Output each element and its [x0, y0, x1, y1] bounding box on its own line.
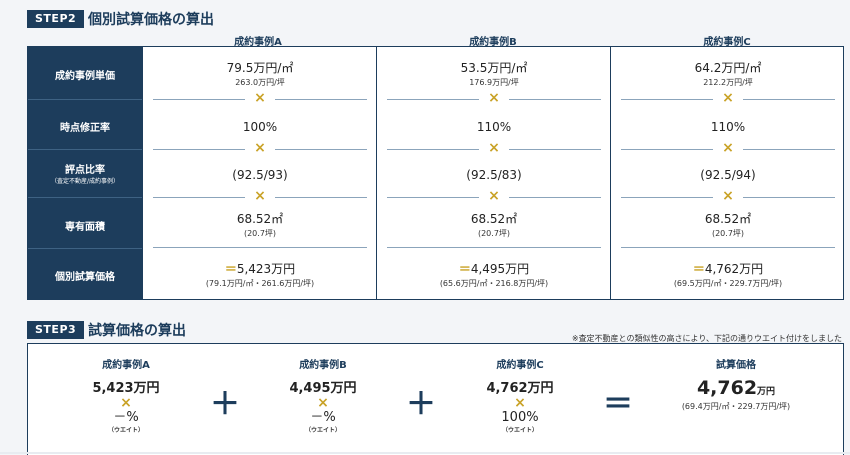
multiply-icon: ×	[514, 395, 526, 411]
area: 68.52㎡	[704, 212, 752, 226]
row-label-ratio: 評点比率	[65, 165, 105, 176]
multiply-icon: ×	[254, 90, 266, 106]
row-divider	[153, 241, 367, 253]
result-label: 試算価格	[716, 360, 756, 371]
individual-price: 4,495万円	[470, 262, 530, 276]
row-labels: 成約事例単価 時点修正率 評点比率 （査定不動産/成約事例） 専有面積 個別試算…	[28, 47, 142, 299]
multiply-divider: ×	[621, 188, 835, 204]
multiply-divider: ×	[387, 90, 601, 106]
weighted-item-a: 成約事例A 5,423万円 × －% （ウエイト）	[56, 356, 196, 434]
result-value: 4,762	[696, 377, 758, 399]
step2-title: 個別試算価格の算出	[88, 12, 214, 28]
row-divider	[387, 241, 601, 253]
area-tsubo: (20.7坪)	[711, 229, 745, 238]
multiply-divider: ×	[387, 188, 601, 204]
individual-price: 5,423万円	[236, 262, 296, 276]
area: 68.52㎡	[236, 212, 284, 226]
result-unit: 万円	[757, 387, 776, 397]
time-rate: 100%	[242, 120, 278, 134]
time-rate: 110%	[476, 120, 512, 134]
row-label-time-rate: 時点修正率	[60, 123, 110, 134]
row-label-divider	[28, 248, 142, 249]
weighted-item-value: 4,762万円	[486, 381, 554, 396]
equals-icon: ＝	[692, 262, 705, 276]
multiply-icon: ×	[120, 395, 132, 411]
unit-price: 53.5万円/㎡	[460, 61, 528, 75]
case-column-c: 64.2万円/㎡ 212.2万円/坪 × 110% × (92.5/94) × 6…	[610, 47, 845, 299]
estimated-price-result: 試算価格 4,762万円 (69.4万円/㎡・229.7万円/坪)	[656, 356, 816, 412]
case-column-b: 53.5万円/㎡ 176.9万円/坪 × 110% × (92.5/83) × 6…	[376, 47, 611, 299]
time-rate: 110%	[710, 120, 746, 134]
weighted-item-name: 成約事例B	[299, 360, 347, 371]
weighted-item-name: 成約事例C	[496, 360, 544, 371]
plus-icon: ＋	[210, 387, 240, 422]
calculation-table: 成約事例単価 時点修正率 評点比率 （査定不動産/成約事例） 専有面積 個別試算…	[27, 46, 844, 300]
multiply-icon: ×	[488, 90, 500, 106]
unit-price: 79.5万円/㎡	[226, 61, 294, 75]
ratio: (92.5/94)	[700, 168, 756, 182]
weight-label: （ウエイト）	[107, 427, 144, 434]
unit-price-tsubo: 212.2万円/坪	[703, 78, 753, 87]
row-label-unit-price: 成約事例単価	[55, 71, 115, 82]
multiply-divider: ×	[621, 90, 835, 106]
weighted-item-weight: －%	[113, 410, 139, 425]
multiply-icon: ×	[722, 188, 734, 204]
area-tsubo: (20.7坪)	[243, 229, 277, 238]
weighted-item-name: 成約事例A	[102, 360, 150, 371]
step3-badge: STEP3	[27, 321, 85, 339]
area: 68.52㎡	[470, 212, 518, 226]
weight-label: （ウエイト）	[501, 427, 538, 434]
weighted-item-b: 成約事例B 4,495万円 × －% （ウエイト）	[253, 356, 393, 434]
multiply-icon: ×	[254, 188, 266, 204]
ratio: (92.5/93)	[232, 168, 288, 182]
multiply-divider: ×	[387, 140, 601, 156]
result-detail: (69.4万円/㎡・229.7万円/坪)	[681, 402, 791, 411]
unit-price-tsubo: 176.9万円/坪	[469, 78, 519, 87]
step2-badge: STEP2	[27, 10, 85, 28]
equals-icon: ＝	[224, 262, 237, 276]
weighted-item-value: 4,495万円	[289, 381, 357, 396]
multiply-icon: ×	[254, 140, 266, 156]
row-label-divider	[28, 99, 142, 100]
area-tsubo: (20.7坪)	[477, 229, 511, 238]
multiply-icon: ×	[722, 140, 734, 156]
plus-icon: ＋	[406, 387, 436, 422]
case-column-a: 79.5万円/㎡ 263.0万円/坪 × 100% × (92.5/93) × 6…	[142, 47, 377, 299]
row-label-divider	[28, 149, 142, 150]
individual-price-detail: (65.6万円/㎡・216.8万円/坪)	[439, 279, 549, 288]
row-label-ratio-sub: （査定不動産/成約事例）	[50, 178, 120, 185]
multiply-divider: ×	[153, 188, 367, 204]
equals-icon: ＝	[458, 262, 471, 276]
individual-price: 4,762万円	[704, 262, 764, 276]
multiply-icon: ×	[488, 188, 500, 204]
weighted-item-value: 5,423万円	[92, 381, 160, 396]
unit-price: 64.2万円/㎡	[694, 61, 762, 75]
step3-title: 試算価格の算出	[88, 323, 186, 339]
ratio: (92.5/83)	[466, 168, 522, 182]
row-label-price: 個別試算価格	[55, 272, 115, 283]
weighted-calculation-box: 成約事例A 5,423万円 × －% （ウエイト） ＋ 成約事例B 4,495万…	[27, 343, 844, 455]
row-label-area: 専有面積	[65, 222, 105, 233]
weighted-item-c: 成約事例C 4,762万円 × 100% （ウエイト）	[450, 356, 590, 434]
multiply-divider: ×	[153, 140, 367, 156]
multiply-icon: ×	[317, 395, 329, 411]
multiply-icon: ×	[722, 90, 734, 106]
equals-icon: ＝	[603, 387, 633, 422]
row-divider	[621, 241, 835, 253]
individual-price-detail: (69.5万円/㎡・229.7万円/坪)	[673, 279, 783, 288]
individual-price-detail: (79.1万円/㎡・261.6万円/坪)	[205, 279, 315, 288]
weighted-item-weight: －%	[310, 410, 336, 425]
row-label-divider	[28, 197, 142, 198]
unit-price-tsubo: 263.0万円/坪	[235, 78, 285, 87]
weighted-item-weight: 100%	[501, 410, 539, 425]
multiply-divider: ×	[153, 90, 367, 106]
weight-label: （ウエイト）	[304, 427, 341, 434]
multiply-icon: ×	[488, 140, 500, 156]
multiply-divider: ×	[621, 140, 835, 156]
